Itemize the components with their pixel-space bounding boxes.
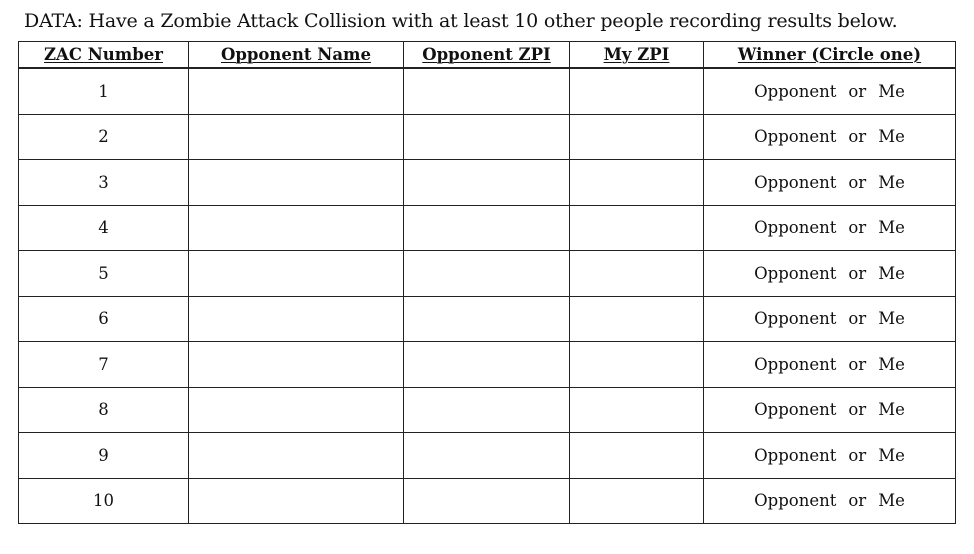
opponent-name-cell[interactable]	[188, 295, 404, 342]
zac-number-cell: 4	[18, 204, 189, 251]
opponent-name-cell[interactable]	[188, 386, 404, 433]
my-zpi-cell[interactable]	[569, 159, 704, 206]
winner-or-label: or	[848, 263, 867, 283]
winner-option-me[interactable]: Me	[878, 309, 905, 328]
zac-number-cell: 6	[18, 295, 189, 342]
opponent-zpi-cell[interactable]	[403, 386, 570, 433]
winner-option-opponent[interactable]: Opponent	[754, 173, 836, 192]
header-zac-number: ZAC Number	[18, 41, 189, 69]
table-header-row: ZAC Number Opponent Name Opponent ZPI My…	[18, 41, 956, 69]
my-zpi-cell[interactable]	[569, 113, 704, 160]
opponent-name-cell[interactable]	[188, 159, 404, 206]
table-row: 5 Opponent or Me	[18, 250, 956, 297]
winner-option-opponent[interactable]: Opponent	[754, 82, 836, 101]
winner-or-label: or	[848, 445, 867, 465]
table-row: 1 Opponent or Me	[18, 67, 956, 115]
zac-number-cell: 3	[18, 159, 189, 206]
winner-option-me[interactable]: Me	[878, 264, 905, 283]
winner-cell: Opponent or Me	[703, 113, 956, 160]
winner-or-label: or	[848, 400, 867, 420]
opponent-name-cell[interactable]	[188, 477, 404, 524]
winner-option-opponent[interactable]: Opponent	[754, 309, 836, 328]
winner-cell: Opponent or Me	[703, 477, 956, 524]
table-row: 2 Opponent or Me	[18, 113, 956, 160]
winner-or-label: or	[848, 309, 867, 329]
opponent-zpi-cell[interactable]	[403, 341, 570, 388]
winner-option-me[interactable]: Me	[878, 355, 905, 374]
winner-option-opponent[interactable]: Opponent	[754, 127, 836, 146]
winner-option-opponent[interactable]: Opponent	[754, 218, 836, 237]
my-zpi-cell[interactable]	[569, 204, 704, 251]
opponent-name-cell[interactable]	[188, 113, 404, 160]
zombie-attack-results-table: ZAC Number Opponent Name Opponent ZPI My…	[18, 41, 956, 524]
winner-cell: Opponent or Me	[703, 250, 956, 297]
table-row: 3 Opponent or Me	[18, 159, 956, 206]
opponent-name-cell[interactable]	[188, 432, 404, 479]
winner-cell: Opponent or Me	[703, 386, 956, 433]
winner-option-me[interactable]: Me	[878, 491, 905, 510]
winner-cell: Opponent or Me	[703, 159, 956, 206]
winner-option-me[interactable]: Me	[878, 82, 905, 101]
zac-number-cell: 7	[18, 341, 189, 388]
header-winner: Winner (Circle one)	[703, 41, 956, 69]
header-opponent-zpi: Opponent ZPI	[403, 41, 570, 69]
winner-option-me[interactable]: Me	[878, 173, 905, 192]
opponent-name-cell[interactable]	[188, 341, 404, 388]
opponent-zpi-cell[interactable]	[403, 250, 570, 297]
my-zpi-cell[interactable]	[569, 341, 704, 388]
table-row: 6 Opponent or Me	[18, 295, 956, 342]
table-row: 9 Opponent or Me	[18, 432, 956, 479]
winner-option-opponent[interactable]: Opponent	[754, 446, 836, 465]
my-zpi-cell[interactable]	[569, 432, 704, 479]
winner-option-opponent[interactable]: Opponent	[754, 491, 836, 510]
my-zpi-cell[interactable]	[569, 67, 704, 115]
winner-or-label: or	[848, 127, 867, 147]
opponent-zpi-cell[interactable]	[403, 113, 570, 160]
winner-option-me[interactable]: Me	[878, 400, 905, 419]
zac-number-cell: 5	[18, 250, 189, 297]
winner-cell: Opponent or Me	[703, 67, 956, 115]
zac-number-cell: 2	[18, 113, 189, 160]
opponent-zpi-cell[interactable]	[403, 432, 570, 479]
opponent-name-cell[interactable]	[188, 204, 404, 251]
opponent-name-cell[interactable]	[188, 67, 404, 115]
zac-number-cell: 8	[18, 386, 189, 433]
data-instructions: DATA: Have a Zombie Attack Collision wit…	[24, 10, 898, 32]
opponent-zpi-cell[interactable]	[403, 477, 570, 524]
opponent-zpi-cell[interactable]	[403, 67, 570, 115]
opponent-zpi-cell[interactable]	[403, 295, 570, 342]
winner-cell: Opponent or Me	[703, 341, 956, 388]
winner-option-me[interactable]: Me	[878, 446, 905, 465]
winner-option-me[interactable]: Me	[878, 127, 905, 146]
zac-number-cell: 1	[18, 67, 189, 115]
table-row: 10 Opponent or Me	[18, 477, 956, 524]
winner-cell: Opponent or Me	[703, 432, 956, 479]
winner-cell: Opponent or Me	[703, 295, 956, 342]
my-zpi-cell[interactable]	[569, 386, 704, 433]
zac-number-cell: 10	[18, 477, 189, 524]
header-opponent-name: Opponent Name	[188, 41, 404, 69]
winner-or-label: or	[848, 172, 867, 192]
table-row: 4 Opponent or Me	[18, 204, 956, 251]
my-zpi-cell[interactable]	[569, 295, 704, 342]
winner-or-label: or	[848, 218, 867, 238]
opponent-name-cell[interactable]	[188, 250, 404, 297]
winner-option-opponent[interactable]: Opponent	[754, 355, 836, 374]
opponent-zpi-cell[interactable]	[403, 204, 570, 251]
my-zpi-cell[interactable]	[569, 477, 704, 524]
table-row: 8 Opponent or Me	[18, 386, 956, 433]
table-body: 1 Opponent or Me 2 Opponent or Me 3 Opponent or Me 4…	[18, 67, 956, 524]
zac-number-cell: 9	[18, 432, 189, 479]
opponent-zpi-cell[interactable]	[403, 159, 570, 206]
winner-cell: Opponent or Me	[703, 204, 956, 251]
winner-option-opponent[interactable]: Opponent	[754, 400, 836, 419]
header-my-zpi: My ZPI	[569, 41, 704, 69]
table-row: 7 Opponent or Me	[18, 341, 956, 388]
my-zpi-cell[interactable]	[569, 250, 704, 297]
winner-option-opponent[interactable]: Opponent	[754, 264, 836, 283]
winner-or-label: or	[848, 81, 867, 101]
winner-or-label: or	[848, 491, 867, 511]
winner-option-me[interactable]: Me	[878, 218, 905, 237]
winner-or-label: or	[848, 354, 867, 374]
